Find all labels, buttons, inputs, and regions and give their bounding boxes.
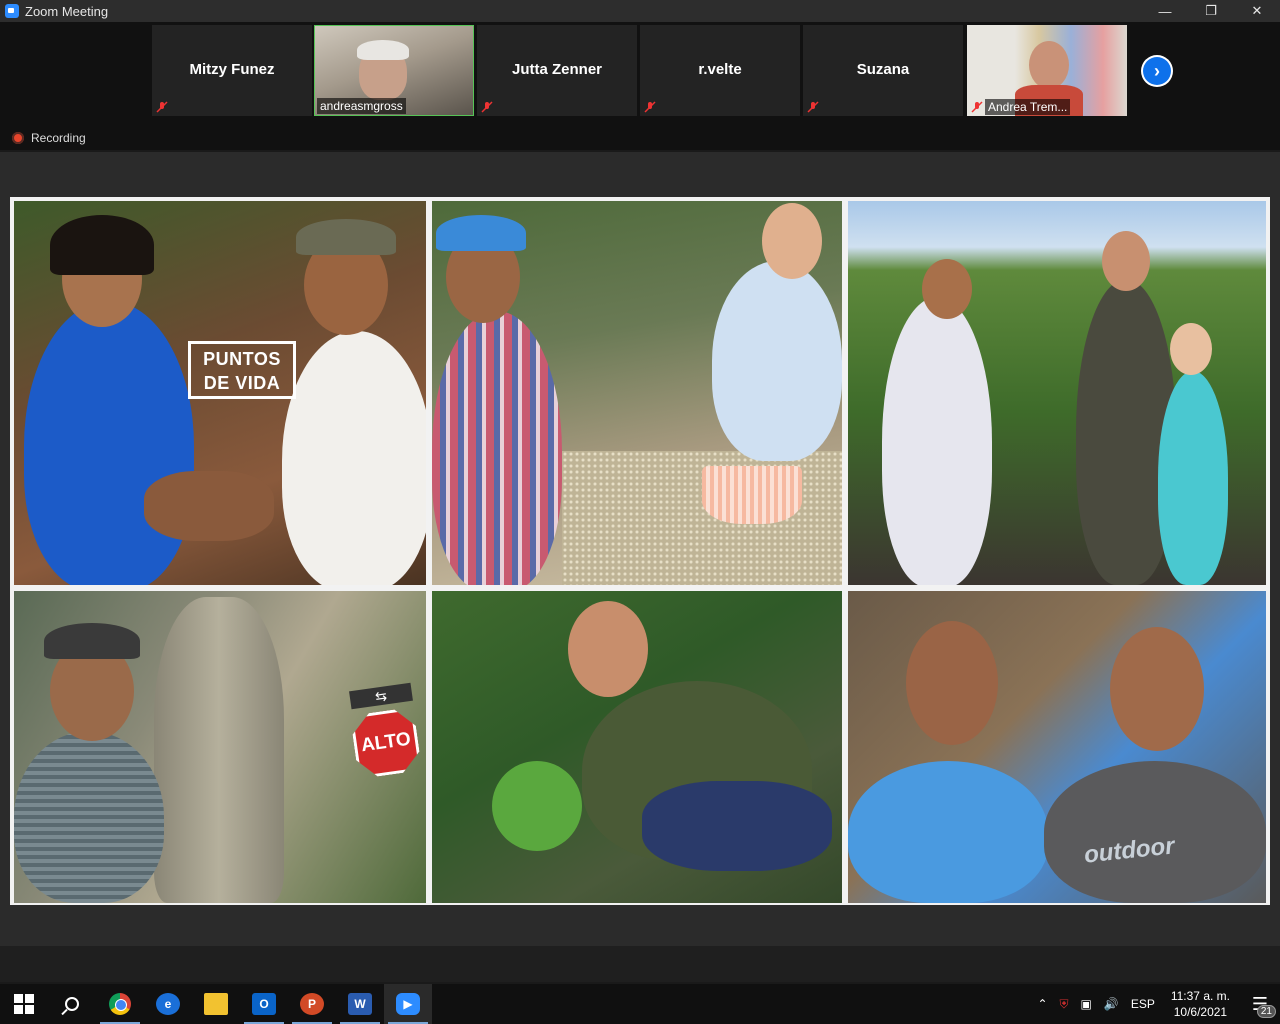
- person-woman-grey-head: [1110, 627, 1204, 751]
- taskbar-powerpoint[interactable]: P: [288, 984, 336, 1024]
- person-man-cap: [296, 219, 396, 255]
- mic-muted-icon: [971, 101, 983, 113]
- person-man-plaid: [432, 311, 562, 585]
- restore-button[interactable]: ❐: [1188, 0, 1234, 22]
- person-girl-teal-head: [1170, 323, 1212, 375]
- notification-center-button[interactable]: ☰ 21: [1240, 984, 1280, 1024]
- system-tray: ⌃ ⛨ ▣ 🔊 ESP 11:37 a. m. 10/6/2021 ☰ 21: [1031, 984, 1280, 1024]
- taskbar-word[interactable]: W: [336, 984, 384, 1024]
- person-man-white-shirt-head: [922, 259, 972, 319]
- puntos-de-vida-sign: PUNTOS DE VIDA: [188, 341, 296, 399]
- person-man-olive-head: [1102, 231, 1150, 291]
- close-button[interactable]: ✕: [1234, 0, 1280, 22]
- word-icon: W: [348, 993, 372, 1015]
- basket: [702, 466, 802, 524]
- clock-date: 10/6/2021: [1173, 1005, 1228, 1019]
- person-man-checked: [14, 731, 164, 903]
- alto-stop-sign: ALTO: [350, 707, 422, 779]
- person-woman-blue-head: [906, 621, 998, 745]
- photo-pottery: PUNTOS DE VIDA: [14, 201, 426, 585]
- clock[interactable]: 11:37 a. m. 10/6/2021: [1161, 988, 1240, 1020]
- person-woman-jacket-head: [568, 601, 648, 697]
- next-page-button[interactable]: ›: [1141, 55, 1173, 87]
- mic-muted-icon: [807, 101, 819, 113]
- chevron-right-icon: ›: [1143, 57, 1171, 85]
- search-button[interactable]: [48, 984, 96, 1024]
- person-man: [282, 331, 426, 585]
- stone-statue: [154, 597, 284, 903]
- person-man-checked-cap: [44, 623, 140, 659]
- window-title: Zoom Meeting: [25, 3, 109, 19]
- participant-name: andreasmgross: [317, 98, 406, 114]
- taskbar-outlook[interactable]: O: [240, 984, 288, 1024]
- person-woman-jeans: [642, 781, 832, 871]
- participant-tile[interactable]: r.velte: [640, 25, 800, 116]
- recording-label: Recording: [31, 131, 86, 145]
- person-girl-hair: [50, 215, 154, 275]
- clock-time: 11:37 a. m.: [1170, 989, 1230, 1003]
- meeting-controls-area: [0, 946, 1280, 982]
- outlook-icon: O: [252, 993, 276, 1015]
- zoom-app-icon: [5, 4, 19, 18]
- person-woman-head: [762, 203, 822, 279]
- person-man-plaid-cap: [436, 215, 526, 251]
- person-girl: [24, 301, 194, 585]
- windows-taskbar: e O P W ▶ ⌃ ⛨ ▣ 🔊 ESP 11:37 a. m. 10/6/2…: [0, 984, 1280, 1024]
- chevron-up-icon[interactable]: ⌃: [1031, 997, 1053, 1011]
- window-titlebar: Zoom Meeting — ❐ ✕: [0, 0, 1280, 22]
- volume-icon[interactable]: 🔊: [1098, 997, 1125, 1011]
- person-girl-teal: [1158, 371, 1228, 585]
- participant-tile[interactable]: Mitzy Funez: [152, 25, 312, 116]
- person-woman-grey: [1044, 761, 1266, 903]
- clay-hands: [144, 471, 274, 541]
- photo-statue: ⇆ ALTO: [14, 591, 426, 903]
- photo-coffee-drying: [432, 201, 842, 585]
- participant-name: Suzana: [856, 61, 910, 78]
- participant-video: [1029, 41, 1069, 89]
- photo-collage: PUNTOS DE VIDA ⇆ ALTO outdoor: [10, 197, 1270, 905]
- notification-badge: 21: [1256, 1005, 1276, 1018]
- mic-muted-icon: [644, 101, 656, 113]
- participant-strip: Mitzy Funez andreasmgross Jutta Zenner r…: [0, 22, 1280, 150]
- participant-name: r.velte: [698, 61, 742, 78]
- edge-icon: e: [156, 993, 180, 1015]
- zoom-icon: ▶: [396, 993, 420, 1015]
- participant-name: Andrea Trem...: [985, 99, 1071, 115]
- taskbar-zoom[interactable]: ▶: [384, 984, 432, 1024]
- mic-muted-icon: [156, 101, 168, 113]
- minimize-button[interactable]: —: [1142, 0, 1188, 22]
- participant-video-hair: [357, 40, 409, 60]
- participant-tile[interactable]: Jutta Zenner: [477, 25, 637, 116]
- shield-icon[interactable]: ⛨: [1054, 997, 1075, 1012]
- participant-tile[interactable]: Suzana: [803, 25, 963, 116]
- taskbar-edge[interactable]: e: [144, 984, 192, 1024]
- powerpoint-icon: P: [300, 993, 324, 1015]
- shared-screen: PUNTOS DE VIDA ⇆ ALTO outdoor: [0, 152, 1280, 982]
- mic-muted-icon: [481, 101, 493, 113]
- photo-cassava-field: [848, 201, 1266, 585]
- folder-icon: [204, 993, 228, 1015]
- search-icon: [65, 997, 79, 1011]
- arrow-sign: ⇆: [349, 682, 413, 710]
- recording-icon: [12, 132, 24, 144]
- participant-name: Mitzy Funez: [189, 61, 275, 78]
- seedling: [492, 761, 582, 851]
- person-man-white-shirt: [882, 297, 992, 585]
- language-indicator[interactable]: ESP: [1125, 997, 1161, 1011]
- person-woman: [712, 261, 842, 461]
- chrome-icon: [109, 993, 131, 1015]
- start-button[interactable]: [0, 984, 48, 1024]
- taskbar-file-explorer[interactable]: [192, 984, 240, 1024]
- network-icon[interactable]: ▣: [1075, 997, 1098, 1011]
- photo-two-women: outdoor: [848, 591, 1266, 903]
- taskbar-chrome[interactable]: [96, 984, 144, 1024]
- windows-start-icon: [14, 994, 34, 1014]
- participant-video-tile[interactable]: andreasmgross: [314, 25, 474, 116]
- person-woman-blue: [848, 761, 1048, 903]
- participant-video-tile[interactable]: Andrea Trem...: [967, 25, 1127, 116]
- photo-planting: [432, 591, 842, 903]
- recording-indicator[interactable]: Recording: [12, 131, 86, 145]
- participant-name: Jutta Zenner: [511, 61, 602, 78]
